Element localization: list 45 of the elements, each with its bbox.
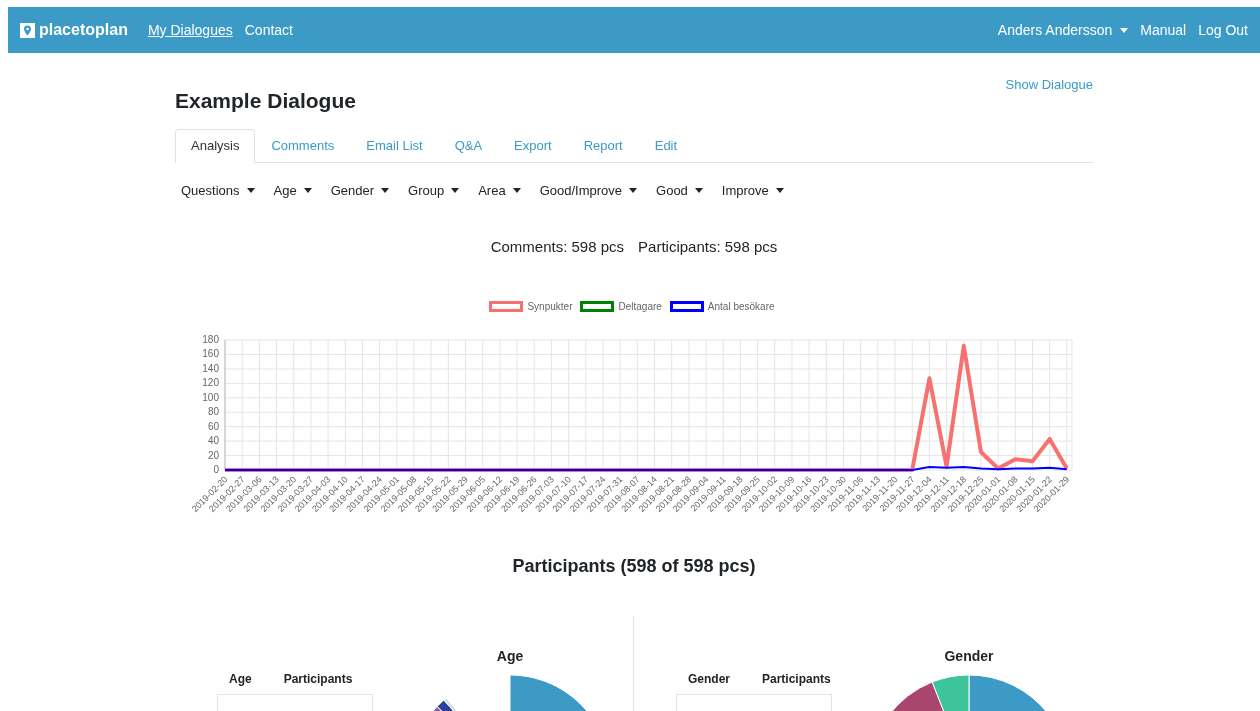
filter-dropdown[interactable]: Improve [721, 180, 784, 200]
user-menu[interactable]: Anders Andersson [997, 19, 1129, 41]
y-tick-label: 60 [207, 420, 219, 432]
y-tick-label: 180 [202, 333, 219, 345]
stat-text: Participants: 598 pcs [638, 237, 778, 257]
tab[interactable]: Report [567, 128, 639, 163]
tab[interactable]: Export [498, 128, 568, 163]
filter-dropdown[interactable]: Gender [330, 180, 390, 200]
y-tick-label: 0 [213, 463, 219, 475]
filter-dropdown[interactable]: Good [656, 180, 703, 200]
filter-dropdown[interactable]: Good/Improve [539, 180, 638, 200]
filter-dropdown[interactable]: Age [273, 180, 312, 200]
column-header: Gender [688, 670, 730, 688]
tab[interactable]: Q&A [438, 128, 499, 163]
y-tick-label: 120 [202, 376, 219, 388]
stat-text: Comments: 598 pcs [490, 237, 625, 257]
tab[interactable]: Email List [350, 128, 439, 163]
column-header: Age [229, 670, 252, 688]
y-tick-label: 20 [207, 449, 219, 461]
y-tick-label: 160 [202, 347, 219, 359]
pie-title: Age [496, 646, 524, 666]
show-dialogue-link[interactable]: Show Dialogue [1005, 75, 1093, 95]
pie-title: Gender [944, 646, 994, 666]
nav-link[interactable]: Manual [1140, 19, 1187, 41]
tab[interactable]: Comments [255, 128, 351, 163]
tab[interactable]: Edit [638, 128, 694, 163]
nav-link[interactable]: Log Out [1198, 19, 1248, 41]
y-tick-label: 40 [207, 434, 219, 446]
tab[interactable]: Analysis [175, 128, 256, 163]
filter-dropdown[interactable]: Area [478, 180, 521, 200]
filter-dropdown[interactable]: Questions [181, 180, 255, 200]
y-tick-label: 100 [202, 391, 219, 403]
legend-label: Deltagare [618, 299, 662, 314]
brand-name[interactable]: placetoplan [39, 18, 128, 42]
column-header: Participants [762, 670, 831, 688]
nav-link[interactable]: My Dialogues [147, 19, 233, 41]
page-title: Example Dialogue [175, 88, 356, 114]
filter-dropdown[interactable]: Group [408, 180, 460, 200]
y-tick-label: 80 [207, 405, 219, 417]
column-header: Participants [283, 670, 353, 688]
nav-link[interactable]: Contact [244, 19, 293, 41]
legend-label: Synpukter [527, 299, 573, 314]
y-tick-label: 140 [202, 362, 219, 374]
legend-label: Antal besökare [707, 299, 775, 314]
section-title: Participants (598 of 598 pcs) [511, 554, 757, 578]
